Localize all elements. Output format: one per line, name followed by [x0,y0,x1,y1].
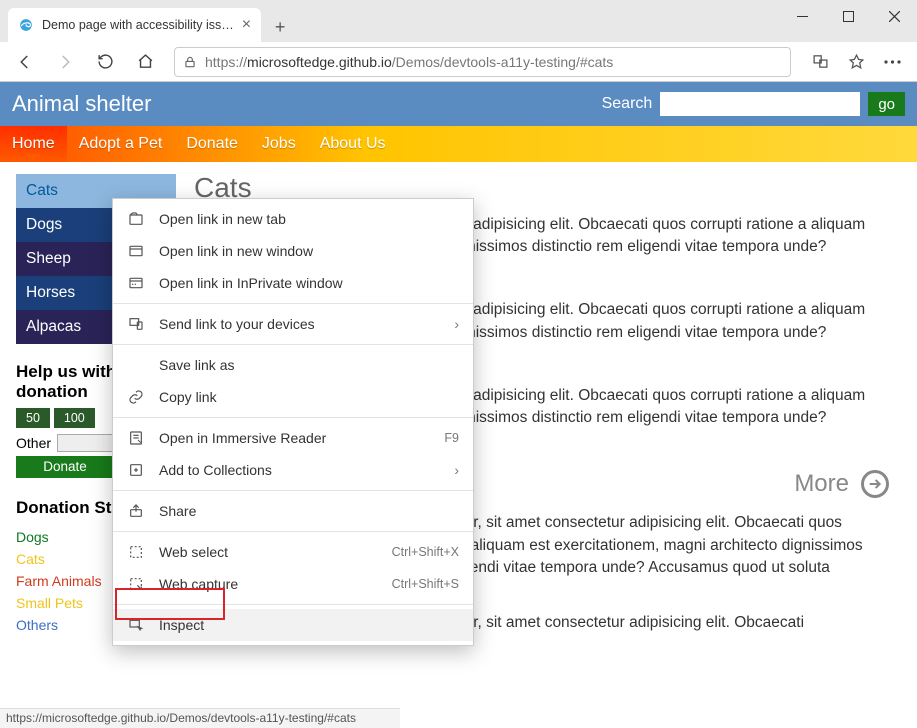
site-header: Animal shelter Search go [0,82,917,126]
ctx-send-link-to-your-devices[interactable]: Send link to your devices › [113,308,473,340]
ctx-label: Open in Immersive Reader [159,430,430,446]
back-button[interactable] [8,45,42,79]
browser-titlebar: Demo page with accessibility iss… × + [0,0,917,42]
lock-icon [183,55,197,69]
donate-100-button[interactable]: 100 [54,408,95,428]
main-nav: Home Adopt a Pet Donate Jobs About Us [0,126,917,162]
search-input[interactable] [660,92,860,116]
more-label: More [794,470,849,498]
url-text: https://microsoftedge.github.io/Demos/de… [205,54,613,70]
search-label: Search [602,95,653,113]
context-menu: Open link in new tab Open link in new win… [112,198,474,646]
ctx-shortcut: F9 [444,431,459,445]
private-icon [127,275,145,291]
ctx-label: Open link in new tab [159,211,459,227]
window-close-button[interactable] [871,0,917,32]
chevron-right-icon: › [454,462,459,478]
ctx-label: Send link to your devices [159,316,440,332]
ctx-web-capture[interactable]: Web capture Ctrl+Shift+S [113,568,473,600]
share-icon [127,503,145,519]
browser-toolbar: https://microsoftedge.github.io/Demos/de… [0,42,917,82]
ctx-label: Inspect [159,617,459,633]
ctx-label: Share [159,503,459,519]
donate-50-button[interactable]: 50 [16,408,50,428]
ctx-open-link-in-new-tab[interactable]: Open link in new tab [113,203,473,235]
tab-close-icon[interactable]: × [242,16,251,34]
other-amount-input[interactable] [57,434,117,452]
webselect-icon [127,544,145,560]
ctx-label: Web select [159,544,378,560]
nav-donate[interactable]: Donate [174,126,250,162]
translate-icon[interactable] [803,45,837,79]
ctx-label: Open link in new window [159,243,459,259]
forward-button[interactable] [48,45,82,79]
ctx-copy-link[interactable]: Copy link [113,381,473,413]
browser-tab[interactable]: Demo page with accessibility iss… × [8,8,261,42]
ctx-open-link-in-new-window[interactable]: Open link in new window [113,235,473,267]
ctx-add-to-collections[interactable]: Add to Collections › [113,454,473,486]
nav-jobs[interactable]: Jobs [250,126,308,162]
ctx-label: Copy link [159,389,459,405]
home-button[interactable] [128,45,162,79]
ctx-save-link-as[interactable]: Save link as [113,349,473,381]
favorites-icon[interactable] [839,45,873,79]
ctx-open-in-immersive-reader[interactable]: Open in Immersive Reader F9 [113,422,473,454]
other-label: Other [16,435,51,451]
donate-button[interactable]: Donate [16,456,114,478]
refresh-button[interactable] [88,45,122,79]
tab-favicon [18,17,34,33]
ctx-label: Open link in InPrivate window [159,275,459,291]
address-bar[interactable]: https://microsoftedge.github.io/Demos/de… [174,47,791,77]
nav-adopt[interactable]: Adopt a Pet [67,126,175,162]
ctx-shortcut: Ctrl+Shift+X [392,545,459,559]
ctx-share[interactable]: Share [113,495,473,527]
search-go-button[interactable]: go [868,92,905,116]
nav-home[interactable]: Home [0,126,67,162]
new-tab-button[interactable]: + [265,12,295,42]
ctx-open-link-in-inprivate-window[interactable]: Open link in InPrivate window [113,267,473,299]
browser-statusbar: https://microsoftedge.github.io/Demos/de… [0,708,400,728]
window-icon [127,243,145,259]
nav-about[interactable]: About Us [308,126,398,162]
chevron-right-icon: › [454,316,459,332]
ctx-label: Save link as [159,357,459,373]
capture-icon [127,576,145,592]
ctx-label: Web capture [159,576,378,592]
window-maximize-button[interactable] [825,0,871,32]
arrow-right-icon [861,470,889,498]
ctx-web-select[interactable]: Web select Ctrl+Shift+X [113,536,473,568]
ctx-shortcut: Ctrl+Shift+S [392,577,459,591]
window-minimize-button[interactable] [779,0,825,32]
settings-menu-button[interactable] [875,45,909,79]
tab-title: Demo page with accessibility iss… [42,18,234,32]
reader-icon [127,430,145,446]
ctx-label: Add to Collections [159,462,440,478]
tab-icon [127,211,145,227]
site-title: Animal shelter [12,91,151,117]
link-icon [127,389,145,405]
devices-icon [127,316,145,332]
inspect-icon [127,617,145,633]
ctx-inspect[interactable]: Inspect [113,609,473,641]
collections-icon [127,462,145,478]
